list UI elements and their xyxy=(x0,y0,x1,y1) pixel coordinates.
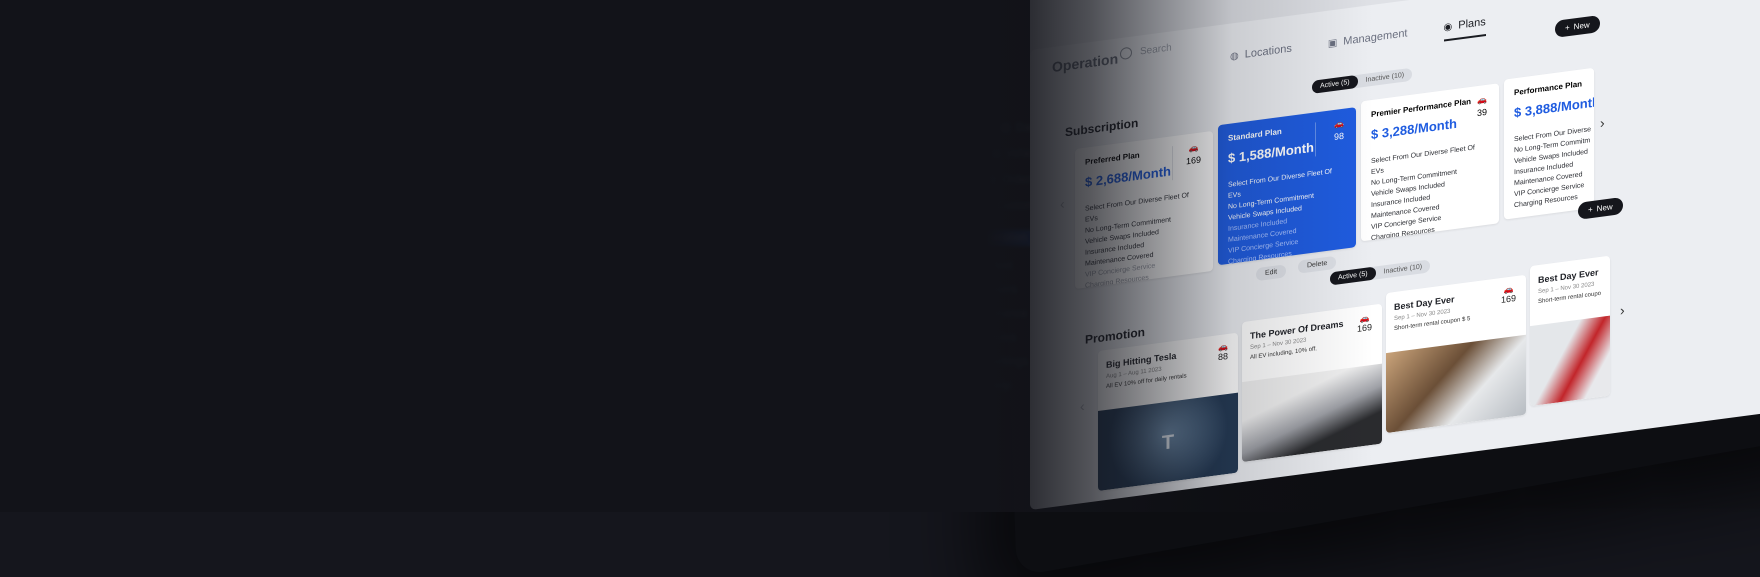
plus-icon: + xyxy=(1588,204,1593,215)
plan-card[interactable]: Preferred Plan $ 2,688/Month 🚗 169 Select… xyxy=(1075,130,1213,290)
car-icon: 🚗 xyxy=(1477,94,1487,106)
feature-list: Select From Our Diverse Fleet Of EVs No … xyxy=(1085,192,1189,290)
orders-icon xyxy=(986,175,996,185)
sidebar-item-finance[interactable]: Finance xyxy=(972,308,1027,320)
prev-arrow-icon[interactable]: ‹ xyxy=(1080,398,1085,415)
promotion-image xyxy=(1242,363,1382,463)
vehicle-icon xyxy=(990,149,1000,159)
promotion-card[interactable]: Best Day Ever Sep 1 – Nov 30 2023 Short-… xyxy=(1530,255,1610,407)
roles-icon xyxy=(972,333,982,343)
sidebar-item-settings[interactable]: Settings xyxy=(972,356,1028,368)
fleet-icon xyxy=(972,261,982,271)
settings-icon xyxy=(972,357,982,367)
promotion-filter: Active (5) Inactive (10) xyxy=(1330,259,1431,286)
dashboard-icon xyxy=(1000,123,1010,133)
sidebar-item-help[interactable]: Help xyxy=(972,380,1011,392)
promotion-image xyxy=(1530,315,1610,407)
divider xyxy=(1172,146,1173,181)
promotion-image: T xyxy=(1098,392,1238,492)
finance-icon xyxy=(972,309,982,319)
customers-icon xyxy=(980,201,990,211)
tab-management[interactable]: ▣ Management xyxy=(1328,26,1408,56)
filter-active[interactable]: Active (5) xyxy=(1330,266,1376,286)
users-icon xyxy=(972,285,982,295)
car-icon: 🚗 xyxy=(1188,142,1199,154)
tab-locations[interactable]: ◍ Locations xyxy=(1230,42,1292,70)
next-arrow-icon[interactable]: › xyxy=(1620,302,1625,319)
tab-plans[interactable]: ◉ Plans xyxy=(1443,15,1486,42)
plan-card-selected[interactable]: Standard Plan $ 1,588/Month 🚗 98 Select F… xyxy=(1218,107,1356,266)
search-icon xyxy=(1120,46,1132,61)
subscription-filter: Active (5) Inactive (10) xyxy=(1312,67,1413,94)
globe-icon: ◍ xyxy=(1230,50,1239,63)
calendar-icon: ▣ xyxy=(1327,37,1338,50)
promotion-card[interactable]: The Power Of Dreams Sep 1 – Nov 30 2023 … xyxy=(1242,303,1382,463)
sidebar-item-users[interactable]: Users xyxy=(972,284,1017,296)
promotion-card[interactable]: Big Hitting Tesla Aug 1 – Aug 11 2023 Al… xyxy=(1098,332,1238,492)
promotion-title: Promotion xyxy=(1085,324,1145,347)
filter-active[interactable]: Active (5) xyxy=(1312,74,1358,94)
new-subscription-button[interactable]: + New xyxy=(1555,14,1600,38)
next-arrow-icon[interactable]: › xyxy=(1600,114,1605,131)
plus-icon: + xyxy=(1565,22,1570,33)
plan-card[interactable]: Performance Plan $ 3,888/Month Select Fr… xyxy=(1504,67,1594,220)
page-title: Operation xyxy=(1052,50,1119,76)
car-icon: 🚗 xyxy=(1334,118,1344,129)
subscription-title: Subscription xyxy=(1065,115,1139,140)
promotion-image xyxy=(1386,334,1526,434)
edit-button[interactable]: Edit xyxy=(1256,264,1287,282)
search-input[interactable]: Search xyxy=(1120,41,1172,61)
divider xyxy=(1315,122,1316,157)
sidebar-item-roles[interactable]: Roles xyxy=(972,332,1016,344)
prev-arrow-icon[interactable]: ‹ xyxy=(1060,195,1065,212)
check-circle-icon: ◉ xyxy=(1443,20,1453,34)
feature-list: Select From Our Diverse Fleet Of EVs No … xyxy=(1228,168,1332,266)
plan-card[interactable]: Premier Performance Plan $ 3,288/Month 🚗… xyxy=(1361,83,1499,242)
tesla-logo-icon: T xyxy=(1161,431,1175,455)
help-icon xyxy=(972,381,982,391)
delete-button[interactable]: Delete xyxy=(1298,255,1337,274)
tab-bar: ◍ Locations ▣ Management ◉ Plans xyxy=(1230,15,1486,70)
filter-inactive[interactable]: Inactive (10) xyxy=(1358,68,1413,88)
feature-list: Select From Our Diverse Fleet Of EVs No … xyxy=(1371,144,1475,242)
feature-list: Select From Our Diverse No Long-Term Com… xyxy=(1514,126,1592,210)
filter-inactive[interactable]: Inactive (10) xyxy=(1376,259,1431,279)
promotion-card[interactable]: Best Day Ever Sep 1 – Nov 30 2023 Short-… xyxy=(1386,274,1526,434)
sidebar-item-fleet[interactable]: Fleet xyxy=(972,260,1012,272)
